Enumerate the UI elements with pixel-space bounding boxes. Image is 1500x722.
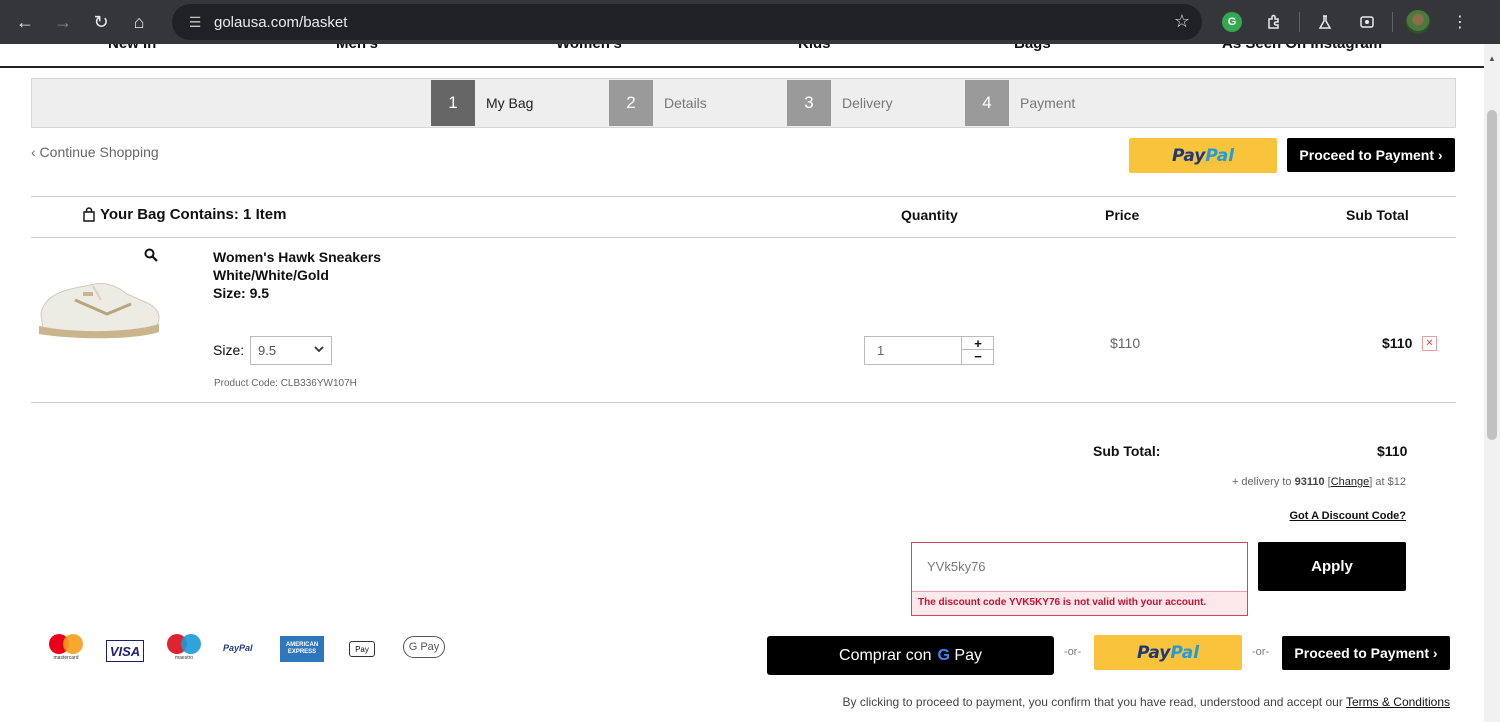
checkout-steps: 1 My Bag 2 Details 3 Delivery 4 Payment <box>31 78 1456 128</box>
paypal-button-bottom[interactable]: Pay Pal <box>1094 635 1242 670</box>
nav-kids[interactable]: Kids <box>798 44 831 52</box>
product-code: Product Code: CLB336YW107H <box>214 378 357 389</box>
scrollbar-thumb[interactable] <box>1487 110 1497 440</box>
step-number: 1 <box>431 80 475 126</box>
product-name[interactable]: Women's Hawk Sneakers <box>213 248 381 266</box>
nav-mens[interactable]: Men's <box>336 44 378 52</box>
paypal-icon: PayPal <box>223 643 253 653</box>
nav-bags[interactable]: Bags <box>1014 44 1051 52</box>
google-pay-button[interactable]: Comprar con G Pay <box>767 636 1054 675</box>
google-pay-icon: G Pay <box>403 636 445 658</box>
forward-icon[interactable]: → <box>44 3 82 41</box>
continue-shopping-link[interactable]: ‹ Continue Shopping <box>31 144 159 160</box>
page-scrollbar[interactable]: ▲ <box>1484 44 1500 722</box>
grammar-extension-icon[interactable]: G <box>1215 5 1249 39</box>
delivery-zip: 93110 <box>1294 476 1325 488</box>
size-label: Size: <box>213 342 245 358</box>
url-text[interactable]: golausa.com/basket <box>214 14 347 31</box>
browser-toolbar: ← → ↻ ⌂ ☰ golausa.com/basket ☆ G ⋮ <box>0 0 1500 44</box>
or-separator: -or- <box>1252 646 1270 658</box>
screenshot-icon[interactable] <box>1350 5 1384 39</box>
scroll-up-arrow-icon[interactable]: ▲ <box>1488 54 1496 63</box>
reload-icon[interactable]: ↻ <box>82 3 120 41</box>
chevron-down-icon <box>313 343 325 358</box>
step-label: My Bag <box>486 95 534 111</box>
size-value: 9.5 <box>258 343 277 358</box>
amex-icon: AMERICAN EXPRESS <box>280 636 324 662</box>
proceed-to-payment-button-bottom[interactable]: Proceed to Payment › <box>1282 636 1450 670</box>
paypal-button-top[interactable]: Pay Pal <box>1129 138 1277 173</box>
zoom-search-icon[interactable] <box>144 248 158 266</box>
bag-title: Your Bag Contains: 1 Item <box>82 206 286 223</box>
divider <box>31 196 1456 197</box>
back-icon[interactable]: ← <box>6 3 44 41</box>
mastercard-icon: mastercard <box>47 634 85 661</box>
step-label: Delivery <box>842 95 893 111</box>
visa-icon: VISA <box>106 640 144 662</box>
product-image[interactable] <box>35 270 163 342</box>
quantity-input[interactable]: 1 <box>877 343 884 358</box>
product-color: White/White/Gold <box>213 267 329 283</box>
divider <box>31 402 1456 403</box>
bag-title-text: Your Bag Contains: 1 Item <box>100 206 287 223</box>
item-price: $110 <box>1110 335 1141 351</box>
step-payment[interactable]: 4 Payment <box>965 80 1075 126</box>
google-g-icon: G <box>937 646 950 664</box>
step-details[interactable]: 2 Details <box>609 80 707 126</box>
step-delivery[interactable]: 3 Delivery <box>787 80 893 126</box>
nav-instagram[interactable]: As Seen On Instagram <box>1222 44 1382 52</box>
subtotal-value: $110 <box>1377 443 1408 459</box>
product-size-line: Size: 9.5 <box>213 285 270 301</box>
chrome-menu-icon[interactable]: ⋮ <box>1443 5 1477 39</box>
toolbar-divider <box>1392 12 1393 32</box>
home-icon[interactable]: ⌂ <box>120 3 158 41</box>
site-navigation: New In Men's Women's Kids Bags As Seen O… <box>0 44 1484 68</box>
subtotal-label: Sub Total: <box>1093 443 1161 459</box>
item-subtotal: $110 <box>1382 335 1413 351</box>
remove-item-icon[interactable]: ✕ <box>1422 336 1437 351</box>
puzzle-extensions-icon[interactable] <box>1257 5 1291 39</box>
shopping-bag-icon <box>83 207 95 222</box>
address-bar[interactable]: ☰ golausa.com/basket ☆ <box>172 4 1202 40</box>
labs-flask-icon[interactable] <box>1308 5 1342 39</box>
maestro-icon: maestro <box>165 634 203 661</box>
quantity-header: Quantity <box>901 207 958 223</box>
apple-pay-icon: Pay <box>349 641 375 657</box>
profile-avatar[interactable] <box>1401 5 1435 39</box>
price-header: Price <box>1105 207 1140 223</box>
toolbar-divider <box>1299 12 1300 32</box>
proceed-to-payment-button-top[interactable]: Proceed to Payment › <box>1287 138 1455 172</box>
quantity-stepper: 1 + − <box>864 336 994 365</box>
terms-link[interactable]: Terms & Conditions <box>1346 695 1450 709</box>
nav-womens[interactable]: Women's <box>556 44 622 52</box>
nav-new-in[interactable]: New In <box>108 44 156 52</box>
step-my-bag[interactable]: 1 My Bag <box>431 80 533 126</box>
step-label: Payment <box>1020 95 1076 111</box>
delivery-info: + delivery to 93110 [Change] at $12 <box>1231 476 1406 488</box>
discount-code-field[interactable]: YVk5ky76 The discount code YVK5KY76 is n… <box>911 542 1248 616</box>
terms-notice: By clicking to proceed to payment, you c… <box>842 695 1450 709</box>
or-separator: -or- <box>1064 646 1082 658</box>
apply-discount-button[interactable]: Apply <box>1258 542 1406 591</box>
step-number: 2 <box>609 80 653 126</box>
change-zip-link[interactable]: Change <box>1331 476 1370 488</box>
decrease-quantity-button[interactable]: − <box>962 349 994 364</box>
bookmark-star-icon[interactable]: ☆ <box>1174 11 1190 32</box>
discount-code-value[interactable]: YVk5ky76 <box>927 559 986 574</box>
discount-error-message: The discount code YVK5KY76 is not valid … <box>912 591 1247 615</box>
discount-code-link[interactable]: Got A Discount Code? <box>1289 510 1406 522</box>
site-settings-icon[interactable]: ☰ <box>180 14 210 31</box>
product-info: Women's Hawk Sneakers White/White/Gold S… <box>213 248 381 302</box>
step-label: Details <box>664 95 707 111</box>
extensions-area: G ⋮ <box>1215 4 1477 40</box>
subtotal-header: Sub Total <box>1346 207 1409 223</box>
size-select[interactable]: 9.5 <box>250 336 332 365</box>
step-number: 4 <box>965 80 1009 126</box>
divider <box>31 237 1456 238</box>
step-number: 3 <box>787 80 831 126</box>
